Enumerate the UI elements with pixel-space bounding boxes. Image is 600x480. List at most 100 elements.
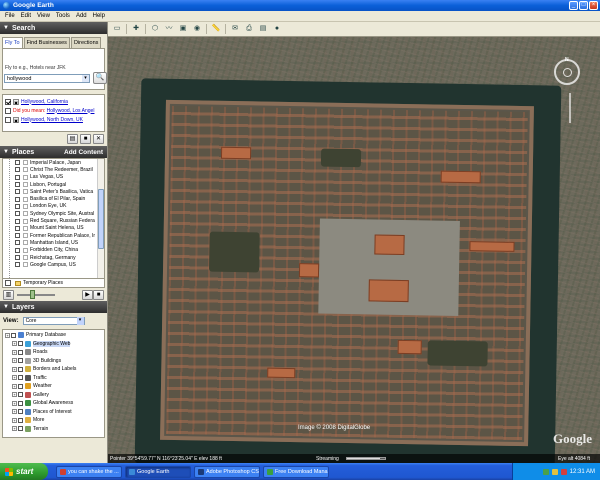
dropdown-arrow-icon[interactable]: ▾ xyxy=(82,75,89,82)
layer-item[interactable]: + Geographic Web xyxy=(3,340,104,349)
layer-checkbox[interactable] xyxy=(18,409,23,415)
menu-edit[interactable]: Edit xyxy=(18,13,34,19)
sidebar-toggle-icon[interactable]: ▭ xyxy=(112,24,122,34)
layer-item[interactable]: + Terrain xyxy=(3,425,104,434)
place-item[interactable]: Forbidden City, China xyxy=(3,247,104,254)
zoom-slider[interactable] xyxy=(569,93,571,123)
menu-file[interactable]: File xyxy=(2,13,18,19)
layer-checkbox[interactable] xyxy=(18,358,23,364)
place-checkbox[interactable] xyxy=(15,167,20,173)
result-item[interactable]: ▣ Hollywood, California xyxy=(3,97,104,106)
maximize-button[interactable]: □ xyxy=(579,1,588,10)
place-item[interactable]: Las Vegas, US xyxy=(3,174,104,181)
layer-checkbox[interactable] xyxy=(18,375,23,381)
expand-icon[interactable]: + xyxy=(12,375,17,381)
record-tour-icon[interactable]: ◉ xyxy=(192,24,202,34)
result-link[interactable]: Hollywood, Los Angel xyxy=(47,108,95,114)
layer-item[interactable]: + Weather xyxy=(3,382,104,391)
add-folder-icon[interactable]: ▥ xyxy=(3,289,14,300)
add-content-button[interactable]: Add Content xyxy=(64,149,103,156)
place-checkbox[interactable] xyxy=(15,233,20,239)
add-path-icon[interactable]: 〰 xyxy=(164,24,174,34)
menu-help[interactable]: Help xyxy=(90,13,108,19)
temporary-places-checkbox[interactable] xyxy=(5,280,11,286)
tab-fly-to[interactable]: Fly To xyxy=(2,37,23,48)
expand-icon[interactable]: + xyxy=(5,332,10,338)
navigation-compass[interactable]: N xyxy=(554,57,580,85)
place-item[interactable]: Basilica of El Pilar, Spain xyxy=(3,195,104,202)
layer-item[interactable]: + Roads xyxy=(3,348,104,357)
opacity-slider[interactable] xyxy=(17,289,55,299)
layer-checkbox[interactable] xyxy=(18,341,23,347)
place-checkbox[interactable] xyxy=(15,182,20,188)
place-item[interactable]: Imperial Palace, Japan xyxy=(3,159,104,166)
search-panel-header[interactable]: ▼ Search xyxy=(0,22,107,34)
places-panel-header[interactable]: ▼ Places Add Content xyxy=(0,146,107,158)
layer-checkbox[interactable] xyxy=(18,383,23,389)
place-checkbox[interactable] xyxy=(15,174,20,180)
result-item[interactable]: ▣ Hollywood, North Down, UK xyxy=(3,115,104,124)
tour-icon[interactable]: ▶ xyxy=(82,289,93,300)
ruler-icon[interactable]: 📏 xyxy=(211,24,221,34)
place-checkbox[interactable] xyxy=(15,247,20,253)
place-checkbox[interactable] xyxy=(15,189,20,195)
place-checkbox[interactable] xyxy=(15,160,20,166)
result-checkbox[interactable] xyxy=(5,116,11,123)
add-placemark-icon[interactable]: ✚ xyxy=(131,24,141,34)
place-item[interactable]: Red Square, Russian Federa xyxy=(3,217,104,224)
place-item[interactable]: Lisbon, Portugal xyxy=(3,181,104,188)
clear-results-icon[interactable]: ✕ xyxy=(93,134,104,144)
layer-item[interactable]: +3D Buildings xyxy=(3,357,104,366)
place-item[interactable]: Sydney Olympic Site, Austral xyxy=(3,210,104,217)
collapse-triangle-icon[interactable]: ▼ xyxy=(3,304,9,310)
search-button[interactable]: 🔍 xyxy=(93,72,107,84)
place-item[interactable]: Former Republican Palace, Ir xyxy=(3,232,104,239)
layer-item[interactable]: + Gallery xyxy=(3,391,104,400)
temporary-places-item[interactable]: Temporary Places xyxy=(2,279,105,288)
place-checkbox[interactable] xyxy=(15,218,20,224)
layer-checkbox[interactable] xyxy=(18,417,23,423)
menu-add[interactable]: Add xyxy=(73,13,90,19)
expand-icon[interactable]: + xyxy=(12,349,17,355)
taskbar-task-button[interactable]: Google Earth xyxy=(125,465,191,478)
taskbar-task-button[interactable]: you can shake the ... xyxy=(56,465,122,478)
layer-checkbox[interactable] xyxy=(18,426,23,432)
place-item[interactable]: Saint Peter's Basilica, Vatica xyxy=(3,188,104,195)
collapse-triangle-icon[interactable]: ▼ xyxy=(3,25,9,31)
place-item[interactable]: Manhattan Island, US xyxy=(3,239,104,246)
network-icon[interactable] xyxy=(542,468,549,475)
place-checkbox[interactable] xyxy=(15,225,20,231)
security-icon[interactable] xyxy=(560,468,567,475)
fly-to-input[interactable]: hollywood ▾ xyxy=(4,74,90,83)
result-link[interactable]: Hollywood, North Down, UK xyxy=(21,117,83,123)
layers-panel-header[interactable]: ▼ Layers xyxy=(0,301,107,313)
expand-icon[interactable]: + xyxy=(12,409,17,415)
view-in-maps-icon[interactable]: ▤ xyxy=(258,24,268,34)
layer-item[interactable]: + Borders and Labels xyxy=(3,365,104,374)
place-checkbox[interactable] xyxy=(15,262,20,268)
layer-item[interactable]: + More xyxy=(3,416,104,425)
layer-checkbox[interactable] xyxy=(18,349,23,355)
layer-item[interactable]: + Primary Database xyxy=(3,331,104,340)
layer-item[interactable]: + Places of Interest xyxy=(3,408,104,417)
place-item[interactable]: London Eye, UK xyxy=(3,203,104,210)
places-scrollbar[interactable] xyxy=(97,159,104,278)
look-joystick-icon[interactable] xyxy=(563,68,572,77)
taskbar-task-button[interactable]: Free Download Mana... xyxy=(263,465,329,478)
add-polygon-icon[interactable]: ⬡ xyxy=(150,24,160,34)
place-item[interactable]: Reichstag, Germany xyxy=(3,254,104,261)
layer-checkbox[interactable] xyxy=(18,400,23,406)
sky-icon[interactable]: ● xyxy=(272,24,282,34)
place-item[interactable]: Google Campus, US xyxy=(3,261,104,268)
collapse-triangle-icon[interactable]: ▼ xyxy=(3,149,9,155)
close-button[interactable]: × xyxy=(589,1,598,10)
layer-item[interactable]: + Traffic xyxy=(3,374,104,383)
scroll-thumb[interactable] xyxy=(98,189,104,249)
place-checkbox[interactable] xyxy=(15,240,20,246)
result-checkbox[interactable] xyxy=(5,98,11,105)
stop-icon[interactable]: ■ xyxy=(93,289,104,300)
expand-icon[interactable]: + xyxy=(12,400,17,406)
layer-checkbox[interactable] xyxy=(18,392,23,398)
slider-handle[interactable] xyxy=(30,289,35,299)
menu-view[interactable]: View xyxy=(34,13,53,19)
